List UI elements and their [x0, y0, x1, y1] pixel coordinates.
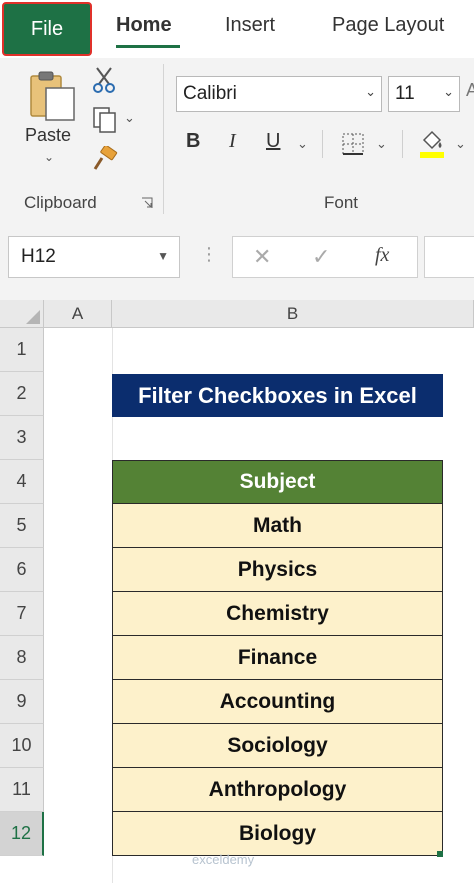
- ribbon-group-separator: [163, 64, 164, 214]
- paste-icon[interactable]: [28, 70, 78, 122]
- cut-icon[interactable]: [92, 66, 116, 94]
- row-header[interactable]: 3: [0, 416, 44, 460]
- fill-handle[interactable]: [437, 851, 443, 857]
- tab-home-active-indicator: [116, 45, 180, 48]
- column-header-a[interactable]: A: [44, 300, 112, 328]
- table-header-cell[interactable]: Subject: [112, 460, 443, 504]
- enter-icon[interactable]: ✓: [312, 244, 330, 270]
- clipboard-dialog-launcher-icon[interactable]: [141, 196, 153, 208]
- format-painter-icon[interactable]: [92, 144, 118, 172]
- table-cell[interactable]: Physics: [112, 548, 443, 592]
- tab-file[interactable]: File: [2, 2, 92, 56]
- row-header[interactable]: 11: [0, 768, 44, 812]
- clipboard-group-label: Clipboard: [24, 193, 97, 212]
- table-cell[interactable]: Sociology: [112, 724, 443, 768]
- borders-dropdown-icon[interactable]: ⌄: [376, 136, 387, 152]
- column-header-b[interactable]: B: [112, 300, 474, 328]
- row-header-active[interactable]: 12: [0, 812, 44, 856]
- chevron-down-icon: ⌄: [443, 84, 454, 99]
- name-box[interactable]: H12 ▼: [8, 236, 180, 278]
- tab-insert[interactable]: Insert: [225, 14, 275, 37]
- paste-button[interactable]: Paste: [25, 125, 71, 146]
- italic-button[interactable]: I: [229, 130, 236, 153]
- row-header[interactable]: 2: [0, 372, 44, 416]
- formula-bar-drag-handle-icon[interactable]: ⋮: [200, 244, 218, 265]
- watermark-logo: exceldemy: [192, 852, 255, 867]
- font-name-select[interactable]: Calibri ⌄: [176, 76, 382, 112]
- font-size-select[interactable]: 11 ⌄: [388, 76, 460, 112]
- tab-home[interactable]: Home: [116, 14, 172, 37]
- underline-button[interactable]: U: [266, 130, 280, 153]
- tab-page-layout[interactable]: Page Layout: [332, 14, 444, 37]
- table-cell[interactable]: Math: [112, 504, 443, 548]
- row-header[interactable]: 4: [0, 460, 44, 504]
- row-header[interactable]: 6: [0, 548, 44, 592]
- borders-icon[interactable]: [340, 131, 366, 157]
- font-name-value: Calibri: [183, 83, 237, 104]
- chevron-down-icon: ▼: [157, 249, 169, 263]
- underline-dropdown-icon[interactable]: ⌄: [297, 136, 308, 152]
- increase-font-size-icon[interactable]: A: [466, 80, 474, 101]
- name-box-value: H12: [21, 246, 56, 267]
- table-cell[interactable]: Accounting: [112, 680, 443, 724]
- row-header[interactable]: 7: [0, 592, 44, 636]
- copy-icon[interactable]: [92, 106, 118, 134]
- sheet-title-cell[interactable]: Filter Checkboxes in Excel: [112, 374, 443, 417]
- font-size-value: 11: [395, 83, 415, 104]
- table-cell[interactable]: Chemistry: [112, 592, 443, 636]
- table-cell[interactable]: Finance: [112, 636, 443, 680]
- fill-color-dropdown-icon[interactable]: ⌄: [455, 136, 466, 152]
- chevron-down-icon: ⌄: [365, 84, 376, 99]
- formula-input[interactable]: [424, 236, 474, 278]
- row-header[interactable]: 9: [0, 680, 44, 724]
- toolbar-separator: [322, 130, 323, 158]
- fill-color-icon[interactable]: [418, 128, 446, 160]
- row-header[interactable]: 5: [0, 504, 44, 548]
- row-header[interactable]: 1: [0, 328, 44, 372]
- font-group-label: Font: [324, 193, 359, 212]
- insert-function-icon[interactable]: fx: [375, 244, 389, 267]
- table-cell[interactable]: Anthropology: [112, 768, 443, 812]
- cancel-icon[interactable]: ✕: [253, 244, 271, 270]
- bold-button[interactable]: B: [186, 130, 200, 153]
- row-header[interactable]: 10: [0, 724, 44, 768]
- table-cell[interactable]: Biology: [112, 812, 443, 856]
- paste-dropdown-icon[interactable]: ⌄: [44, 150, 54, 164]
- row-header[interactable]: 8: [0, 636, 44, 680]
- copy-dropdown-icon[interactable]: ⌄: [124, 110, 135, 126]
- select-all-triangle-icon: [26, 310, 40, 324]
- toolbar-separator: [402, 130, 403, 158]
